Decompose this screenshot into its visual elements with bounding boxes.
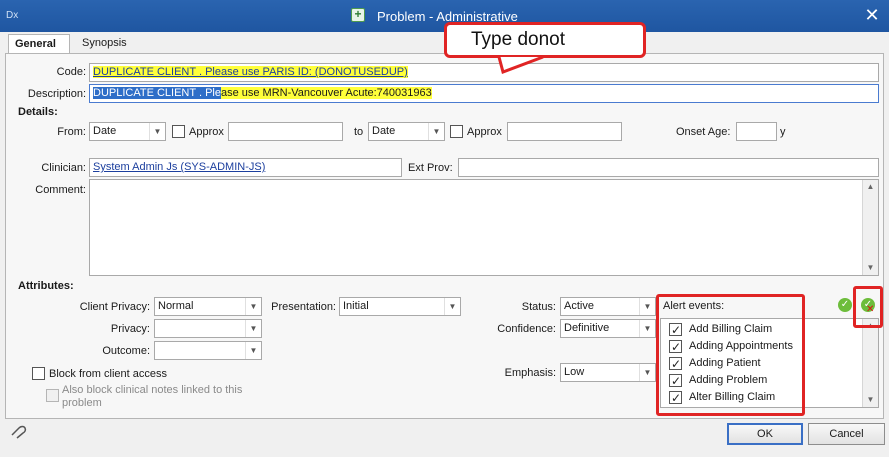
- to-label: to: [354, 126, 364, 138]
- also-block-notes-line1: Also block clinical notes linked to this: [62, 384, 243, 396]
- outcome-label: Outcome:: [102, 345, 150, 357]
- alert-events-scrollbar[interactable]: ▲ ▼: [862, 319, 878, 407]
- chevron-down-icon: ▼: [428, 123, 444, 140]
- confidence-value: Definitive: [564, 322, 610, 334]
- clinician-label: Clinician:: [41, 162, 86, 174]
- chevron-down-icon: ▼: [639, 364, 655, 381]
- block-client-access-checkbox[interactable]: [32, 367, 45, 380]
- presentation-label: Presentation:: [271, 301, 336, 313]
- confidence-select[interactable]: Definitive ▼: [560, 319, 656, 338]
- onset-age-input[interactable]: [736, 122, 777, 141]
- privacy-label: Privacy:: [110, 323, 150, 335]
- chevron-down-icon: ▼: [149, 123, 165, 140]
- close-button[interactable]: ✕: [860, 4, 884, 26]
- emphasis-select[interactable]: Low ▼: [560, 363, 656, 382]
- presentation-value: Initial: [343, 300, 369, 312]
- attachment-icon[interactable]: [10, 425, 28, 439]
- code-field[interactable]: DUPLICATE CLIENT . Please use PARIS ID: …: [89, 63, 879, 82]
- cancel-button[interactable]: Cancel: [808, 423, 885, 445]
- scroll-down-icon[interactable]: ▼: [863, 261, 878, 275]
- from-approx-label: Approx: [189, 126, 224, 138]
- client-privacy-value: Normal: [158, 300, 194, 312]
- scroll-down-icon[interactable]: ▼: [863, 393, 878, 407]
- description-field[interactable]: DUPLICATE CLIENT . Please use MRN-Vancou…: [89, 84, 879, 103]
- presentation-select[interactable]: Initial ▼: [339, 297, 461, 316]
- details-section-label: Details:: [18, 106, 58, 118]
- ext-prov-input[interactable]: [458, 158, 879, 177]
- chevron-down-icon: ▼: [245, 298, 261, 315]
- onset-age-label: Onset Age:: [676, 126, 731, 138]
- comment-textarea[interactable]: ▲ ▼: [89, 179, 879, 276]
- annotation-callout: Type donot: [444, 22, 646, 58]
- annotation-alert-events-box: [656, 294, 805, 416]
- annotation-clear-all-box: [853, 286, 883, 328]
- client-privacy-select[interactable]: Normal ▼: [154, 297, 262, 316]
- from-approx-checkbox[interactable]: [172, 125, 185, 138]
- from-label: From:: [57, 126, 86, 138]
- to-approx-label: Approx: [467, 126, 502, 138]
- client-privacy-label: Client Privacy:: [79, 301, 150, 313]
- emphasis-value: Low: [564, 366, 585, 378]
- outcome-select[interactable]: ▼: [154, 341, 262, 360]
- tab-general[interactable]: General: [8, 34, 70, 54]
- to-approx-input[interactable]: [507, 122, 622, 141]
- from-date-value: Date: [93, 125, 117, 137]
- ext-prov-label: Ext Prov:: [408, 162, 453, 174]
- comment-scrollbar[interactable]: ▲ ▼: [862, 180, 878, 275]
- chevron-down-icon: ▼: [245, 342, 261, 359]
- attributes-section-label: Attributes:: [18, 280, 74, 292]
- privacy-select[interactable]: ▼: [154, 319, 262, 338]
- clinician-field[interactable]: System Admin Js (SYS-ADMIN-JS): [89, 158, 402, 177]
- emphasis-label: Emphasis:: [504, 367, 556, 379]
- also-block-notes-label: Also block clinical notes linked to this…: [62, 384, 242, 410]
- app-label: Dx: [6, 10, 19, 21]
- chevron-down-icon: ▼: [444, 298, 460, 315]
- scroll-up-icon[interactable]: ▲: [863, 180, 878, 194]
- status-label: Status:: [521, 301, 556, 313]
- comment-label: Comment:: [35, 184, 86, 196]
- also-block-notes-checkbox: [46, 389, 59, 402]
- status-select[interactable]: Active ▼: [560, 297, 656, 316]
- also-block-notes-line2: problem: [62, 397, 102, 409]
- onset-age-unit: y: [780, 126, 786, 138]
- from-approx-input[interactable]: [228, 122, 343, 141]
- ok-button[interactable]: OK: [727, 423, 803, 445]
- to-approx-checkbox[interactable]: [450, 125, 463, 138]
- block-client-access-label: Block from client access: [49, 368, 167, 380]
- code-label: Code:: [56, 66, 86, 78]
- description-text: ase use MRN-Vancouver Acute:740031963: [220, 87, 432, 99]
- green-check-icon[interactable]: ✓: [838, 298, 852, 312]
- confidence-label: Confidence:: [497, 323, 556, 335]
- code-value: DUPLICATE CLIENT . Please use PARIS ID: …: [93, 66, 408, 78]
- tab-synopsis[interactable]: Synopsis: [76, 34, 133, 54]
- status-value: Active: [564, 300, 594, 312]
- description-selected-text: DUPLICATE CLIENT . Ple: [93, 87, 221, 99]
- chevron-down-icon: ▼: [639, 298, 655, 315]
- to-date-select[interactable]: Date ▼: [368, 122, 445, 141]
- chevron-down-icon: ▼: [639, 320, 655, 337]
- description-label: Description:: [27, 88, 86, 100]
- clinician-value: System Admin Js (SYS-ADMIN-JS): [93, 161, 266, 173]
- annotation-callout-text: Type donot: [471, 29, 566, 50]
- chevron-down-icon: ▼: [245, 320, 261, 337]
- from-date-select[interactable]: Date ▼: [89, 122, 166, 141]
- annotation-callout-tail: [497, 55, 544, 74]
- to-date-value: Date: [372, 125, 396, 137]
- add-document-icon: +: [351, 8, 365, 22]
